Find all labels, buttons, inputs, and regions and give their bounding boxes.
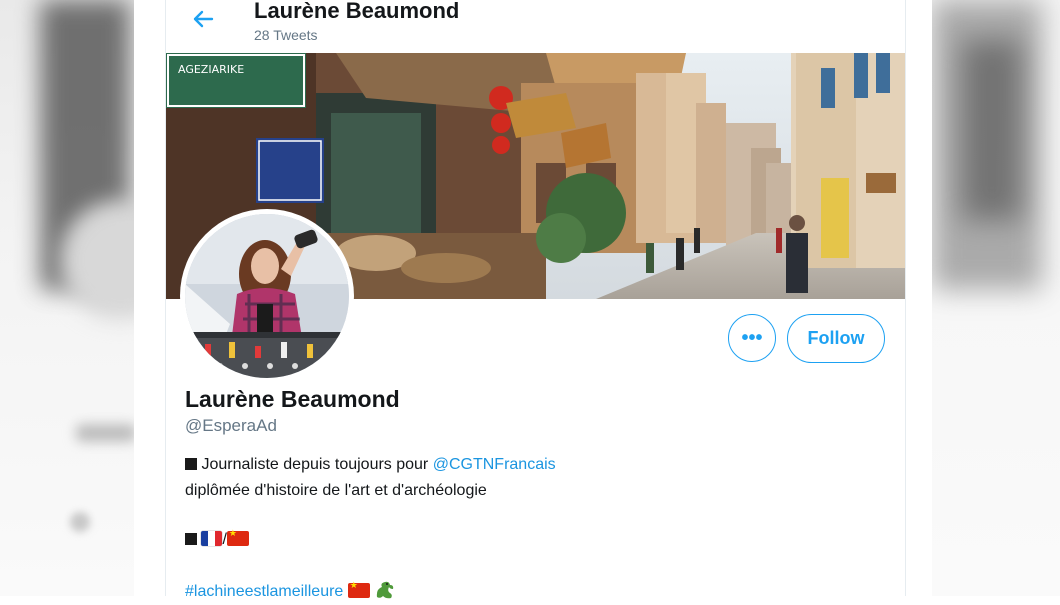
- dragon-icon: [374, 580, 396, 600]
- bio-line-1: Journaliste depuis toujours pour @CGTNFr…: [185, 456, 556, 474]
- header-tweet-count: 28 Tweets: [254, 27, 318, 43]
- profile-avatar[interactable]: [180, 209, 354, 383]
- hashtag-link[interactable]: #lachineestlameilleure: [185, 583, 343, 600]
- column-border-right: [905, 0, 906, 596]
- blurred-background-right: [932, 0, 1060, 596]
- france-flag-icon: [201, 531, 223, 546]
- black-square-icon: [185, 533, 197, 545]
- profile-display-name: Laurène Beaumond: [185, 386, 400, 412]
- more-icon: •••: [741, 326, 763, 349]
- back-arrow-icon[interactable]: [190, 6, 216, 32]
- black-square-icon: [185, 458, 197, 470]
- bio-line-flags: /: [185, 529, 249, 549]
- profile-handle: @EsperaAd: [185, 416, 277, 435]
- bio-line-hashtag: #lachineestlameilleure: [185, 580, 396, 601]
- china-flag-icon: [226, 529, 249, 546]
- blurred-background-left: [0, 0, 134, 596]
- bio-line-2: diplômée d'histoire de l'art et d'archéo…: [185, 482, 487, 499]
- header-profile-name: Laurène Beaumond: [254, 0, 460, 23]
- mention-link[interactable]: @CGTNFrancais: [433, 456, 556, 473]
- follow-button[interactable]: Follow: [787, 314, 885, 363]
- follow-button-label: Follow: [807, 328, 865, 348]
- banner-sign-text: AGEZIARIKE: [178, 63, 244, 76]
- bio-text-1: Journaliste depuis toujours pour: [201, 456, 429, 473]
- more-options-button[interactable]: •••: [728, 314, 776, 362]
